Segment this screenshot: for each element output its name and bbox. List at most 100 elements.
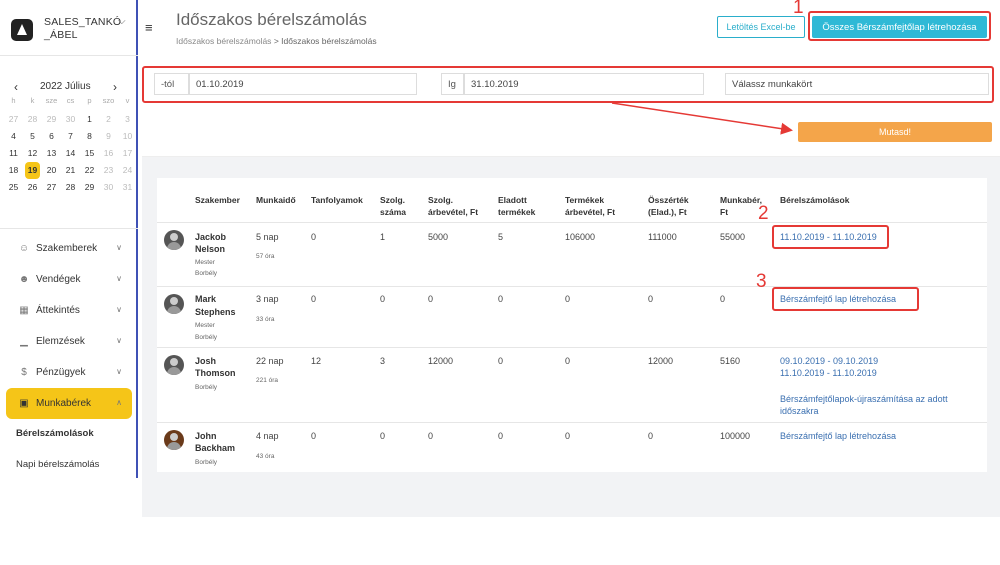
sidebar-item-elemzesek[interactable]: ▁ Elemzések ∨ bbox=[6, 326, 132, 357]
calendar-day[interactable]: 5 bbox=[23, 128, 42, 145]
calendar-day[interactable]: 16 bbox=[99, 145, 118, 162]
column-header-berelszamolasok: Bérelszámolások bbox=[780, 195, 850, 205]
highlight-box-2 bbox=[772, 225, 889, 249]
calendar-day[interactable]: 25 bbox=[4, 179, 23, 196]
sidebar-item-label: Munkabérek bbox=[36, 398, 92, 409]
calendar-day[interactable]: 13 bbox=[42, 145, 61, 162]
employee-last-name[interactable]: Thomson bbox=[195, 367, 236, 379]
weekday-label: h bbox=[11, 96, 16, 105]
weekday-label: cs bbox=[66, 96, 75, 105]
calendar-day[interactable]: 15 bbox=[80, 145, 99, 162]
total-value: 111000 bbox=[648, 232, 677, 242]
calendar-days: 27 28 29 30 1 2 3 4 5 6 7 8 9 10 11 12 13 14 15 16 17 18 19 20 2… bbox=[4, 111, 138, 196]
calendar-day[interactable]: 12 bbox=[23, 145, 42, 162]
chevron-down-icon: ∨ bbox=[116, 336, 122, 345]
calendar-day[interactable]: 17 bbox=[118, 145, 137, 162]
products-revenue: 0 bbox=[565, 294, 571, 304]
sidebar-item-penzugyek[interactable]: $ Pénzügyek ∨ bbox=[6, 357, 132, 388]
employee-role: Borbély bbox=[195, 459, 218, 466]
calendar-day[interactable]: 30 bbox=[61, 111, 80, 128]
highlight-box-filters bbox=[142, 66, 994, 103]
employee-last-name[interactable]: Nelson bbox=[195, 243, 225, 255]
avatar bbox=[164, 294, 184, 314]
calendar-day[interactable]: 27 bbox=[42, 179, 61, 196]
recalculate-link-cont[interactable]: időszakra bbox=[780, 405, 819, 417]
calendar-day[interactable]: 29 bbox=[42, 111, 61, 128]
settlement-link[interactable]: 11.10.2019 - 11.10.2019 bbox=[780, 367, 877, 379]
chevron-down-icon[interactable]: ⌵ bbox=[118, 16, 126, 27]
calendar-day[interactable]: 4 bbox=[4, 128, 23, 145]
settlement-link[interactable]: 09.10.2019 - 09.10.2019 bbox=[780, 355, 878, 367]
sidebar: SALES_TANKÓ _ÁBEL ⌵ ‹ 2022 Július › h k … bbox=[0, 0, 138, 478]
avatar bbox=[164, 355, 184, 375]
calendar-day[interactable]: 3 bbox=[118, 111, 137, 128]
annotation-number-2: 2 bbox=[758, 203, 769, 224]
calendar-day[interactable]: 11 bbox=[4, 145, 23, 162]
employee-first-name[interactable]: John bbox=[195, 430, 217, 442]
work-days: 22 nap bbox=[256, 356, 284, 366]
calendar-day[interactable]: 24 bbox=[118, 162, 137, 179]
courses-value: 0 bbox=[311, 431, 317, 441]
sidebar-item-szakemberek[interactable]: ☺ Szakemberek ∨ bbox=[6, 233, 132, 264]
calendar-day[interactable]: 9 bbox=[99, 128, 118, 145]
products-sold: 0 bbox=[498, 431, 504, 441]
app-root: SALES_TANKÓ _ÁBEL ⌵ ‹ 2022 Július › h k … bbox=[0, 0, 1000, 565]
brand-header[interactable]: SALES_TANKÓ _ÁBEL ⌵ bbox=[0, 0, 138, 56]
recalculate-link[interactable]: Bérszámfejtőlapok-újraszámítása az adott bbox=[780, 393, 948, 405]
excel-export-button[interactable]: Letöltés Excel-be bbox=[717, 16, 805, 38]
calendar-day[interactable]: 8 bbox=[80, 128, 99, 145]
subnav-berelszamolasok[interactable]: Bérelszámolások bbox=[16, 428, 94, 439]
calendar-day[interactable]: 28 bbox=[61, 179, 80, 196]
services-count: 0 bbox=[380, 431, 386, 441]
show-button[interactable]: Mutasd! bbox=[798, 122, 992, 142]
row-divider bbox=[157, 222, 987, 223]
employee-last-name[interactable]: Backham bbox=[195, 442, 235, 454]
calendar-day[interactable]: 6 bbox=[42, 128, 61, 145]
calendar-day[interactable]: 1 bbox=[80, 111, 99, 128]
users-icon: ☻ bbox=[18, 274, 30, 285]
chevron-right-icon[interactable]: › bbox=[113, 80, 117, 94]
calendar-day[interactable]: 23 bbox=[99, 162, 118, 179]
subnav-napi-berelszamolas[interactable]: Napi bérelszámolás bbox=[16, 459, 99, 470]
menu-icon[interactable]: ≡ bbox=[145, 20, 153, 35]
calendar-day[interactable]: 22 bbox=[80, 162, 99, 179]
annotation-number-3: 3 bbox=[756, 271, 767, 292]
calendar-day[interactable]: 30 bbox=[99, 179, 118, 196]
calendar-day[interactable]: 14 bbox=[61, 145, 80, 162]
total-value: 12000 bbox=[648, 356, 674, 366]
employee-first-name[interactable]: Josh bbox=[195, 355, 216, 367]
sidebar-item-attekintes[interactable]: ▦ Áttekintés ∨ bbox=[6, 295, 132, 326]
employee-last-name[interactable]: Stephens bbox=[195, 306, 236, 318]
grid-icon: ▦ bbox=[19, 305, 29, 316]
calendar-day[interactable]: 2 bbox=[99, 111, 118, 128]
wage-value: 100000 bbox=[720, 431, 751, 441]
calendar-day[interactable]: 26 bbox=[23, 179, 42, 196]
breadcrumb-link[interactable]: Időszakos bérelszámolás bbox=[176, 36, 271, 46]
create-payslip-link[interactable]: Bérszámfejtő lap létrehozása bbox=[780, 430, 896, 442]
calendar-day[interactable]: 31 bbox=[118, 179, 137, 196]
calendar-day[interactable]: 7 bbox=[61, 128, 80, 145]
calendar-title: 2022 Július bbox=[40, 81, 91, 92]
calendar-day[interactable]: 18 bbox=[4, 162, 23, 179]
employee-first-name[interactable]: Jackob bbox=[195, 231, 226, 243]
calendar-day[interactable]: 27 bbox=[4, 111, 23, 128]
calendar-day[interactable]: 21 bbox=[61, 162, 80, 179]
sidebar-item-label: Pénzügyek bbox=[36, 367, 86, 378]
weekday-label: p bbox=[87, 96, 92, 105]
calendar-day[interactable]: 29 bbox=[80, 179, 99, 196]
work-hours: 221 óra bbox=[256, 377, 279, 384]
employee-first-name[interactable]: Mark bbox=[195, 293, 216, 305]
calendar-day[interactable]: 28 bbox=[23, 111, 42, 128]
column-header-szolg-szama: Szolg. száma bbox=[380, 195, 406, 217]
services-count: 1 bbox=[380, 232, 386, 242]
sidebar-item-vendegek[interactable]: ☻ Vendégek ∨ bbox=[6, 264, 132, 295]
sidebar-item-label: Áttekintés bbox=[36, 305, 80, 316]
calendar-day[interactable]: 20 bbox=[42, 162, 61, 179]
chevron-left-icon[interactable]: ‹ bbox=[14, 80, 18, 94]
breadcrumb-current: Időszakos bérelszámolás bbox=[281, 36, 377, 46]
total-value: 0 bbox=[648, 431, 654, 441]
calendar-day[interactable]: 19 bbox=[25, 162, 40, 179]
sidebar-item-munkaberek[interactable]: ▣ Munkabérek ∧ bbox=[6, 388, 132, 419]
courses-value: 0 bbox=[311, 294, 317, 304]
calendar-day[interactable]: 10 bbox=[118, 128, 137, 145]
